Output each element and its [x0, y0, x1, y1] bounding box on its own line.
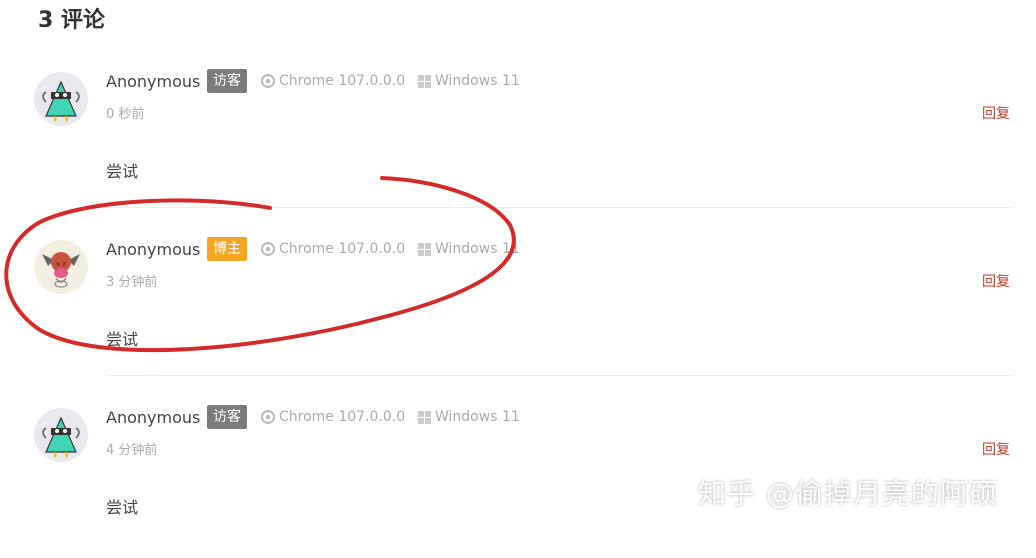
- reply-link[interactable]: 回复: [982, 439, 1010, 459]
- watermark: 知乎 @偷掉月亮的阿硕: [698, 477, 998, 510]
- avatar[interactable]: [34, 72, 88, 126]
- comment-item: Anonymous 访客 Chrome 107.0.0.0 Windows 11…: [0, 69, 1036, 222]
- chrome-icon: [261, 242, 275, 256]
- browser-label: Chrome 107.0.0.0: [279, 241, 406, 257]
- reply-link[interactable]: 回复: [982, 103, 1010, 123]
- comment-time: 3 分钟前: [106, 275, 158, 290]
- comment-text: 尝试: [106, 162, 139, 181]
- windows-icon: [418, 410, 431, 424]
- comment-time: 4 分钟前: [106, 443, 158, 458]
- os-info: Windows 11: [418, 409, 520, 425]
- divider: [106, 207, 1014, 208]
- comment-item: x x Anonymous 博主 Chrome 107.0.0.0 Window…: [0, 237, 1036, 390]
- avatar[interactable]: [34, 408, 88, 462]
- role-badge: 访客: [207, 405, 247, 429]
- svg-text:x x: x x: [56, 260, 67, 268]
- comment-text: 尝试: [106, 498, 139, 517]
- os-label: Windows 11: [435, 73, 520, 89]
- chrome-icon: [261, 74, 275, 88]
- owner-avatar-icon: x x: [34, 240, 88, 294]
- os-info: Windows 11: [418, 73, 520, 89]
- chrome-icon: [261, 410, 275, 424]
- role-badge: 访客: [207, 69, 247, 93]
- divider: [106, 375, 1014, 376]
- guest-avatar-icon: [34, 72, 88, 126]
- browser-info: Chrome 107.0.0.0: [261, 73, 405, 89]
- browser-info: Chrome 107.0.0.0: [261, 409, 405, 425]
- comment-time: 0 秒前: [106, 107, 145, 122]
- os-info: Windows 11: [418, 241, 520, 257]
- windows-icon: [418, 242, 431, 256]
- browser-label: Chrome 107.0.0.0: [279, 73, 406, 89]
- windows-icon: [418, 74, 431, 88]
- browser-label: Chrome 107.0.0.0: [279, 409, 406, 425]
- author-name: Anonymous: [106, 240, 201, 259]
- role-badge: 博主: [207, 237, 247, 261]
- avatar[interactable]: x x: [34, 240, 88, 294]
- os-label: Windows 11: [435, 409, 520, 425]
- reply-link[interactable]: 回复: [982, 271, 1010, 291]
- author-name: Anonymous: [106, 408, 201, 427]
- browser-info: Chrome 107.0.0.0: [261, 241, 405, 257]
- comment-text: 尝试: [106, 330, 139, 349]
- os-label: Windows 11: [435, 241, 520, 257]
- guest-avatar-icon: [34, 408, 88, 462]
- author-name: Anonymous: [106, 72, 201, 91]
- comments-heading: 3 评论: [38, 8, 105, 33]
